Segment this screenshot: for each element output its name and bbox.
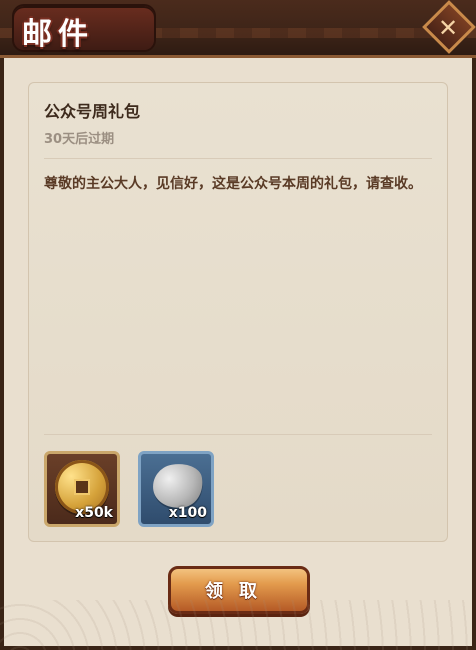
attachments-list: x50k x100 xyxy=(44,451,244,529)
claim-button[interactable]: 领取 xyxy=(168,566,310,614)
mail-body-text: 尊敬的主公大人，见信好，这是公众号本周的礼包，请查收。 xyxy=(44,176,422,192)
close-button[interactable]: ✕ xyxy=(420,0,476,56)
attachment-stone[interactable]: x100 xyxy=(138,451,214,527)
attachment-copper-coin[interactable]: x50k xyxy=(44,451,120,527)
attachment-qty: x50k xyxy=(75,505,113,521)
claim-button-label: 领取 xyxy=(205,581,273,602)
attachments-divider xyxy=(44,434,432,435)
dialog-header: 邮件 ✕ xyxy=(0,0,476,58)
dialog-title: 邮件 xyxy=(22,17,94,52)
mail-subject: 公众号周礼包 xyxy=(44,102,141,121)
header-divider xyxy=(44,158,432,159)
close-icon: ✕ xyxy=(437,14,459,42)
coin-square-hole xyxy=(74,479,90,495)
mail-expiry: 30天后过期 xyxy=(44,132,115,147)
attachment-qty: x100 xyxy=(168,505,207,521)
